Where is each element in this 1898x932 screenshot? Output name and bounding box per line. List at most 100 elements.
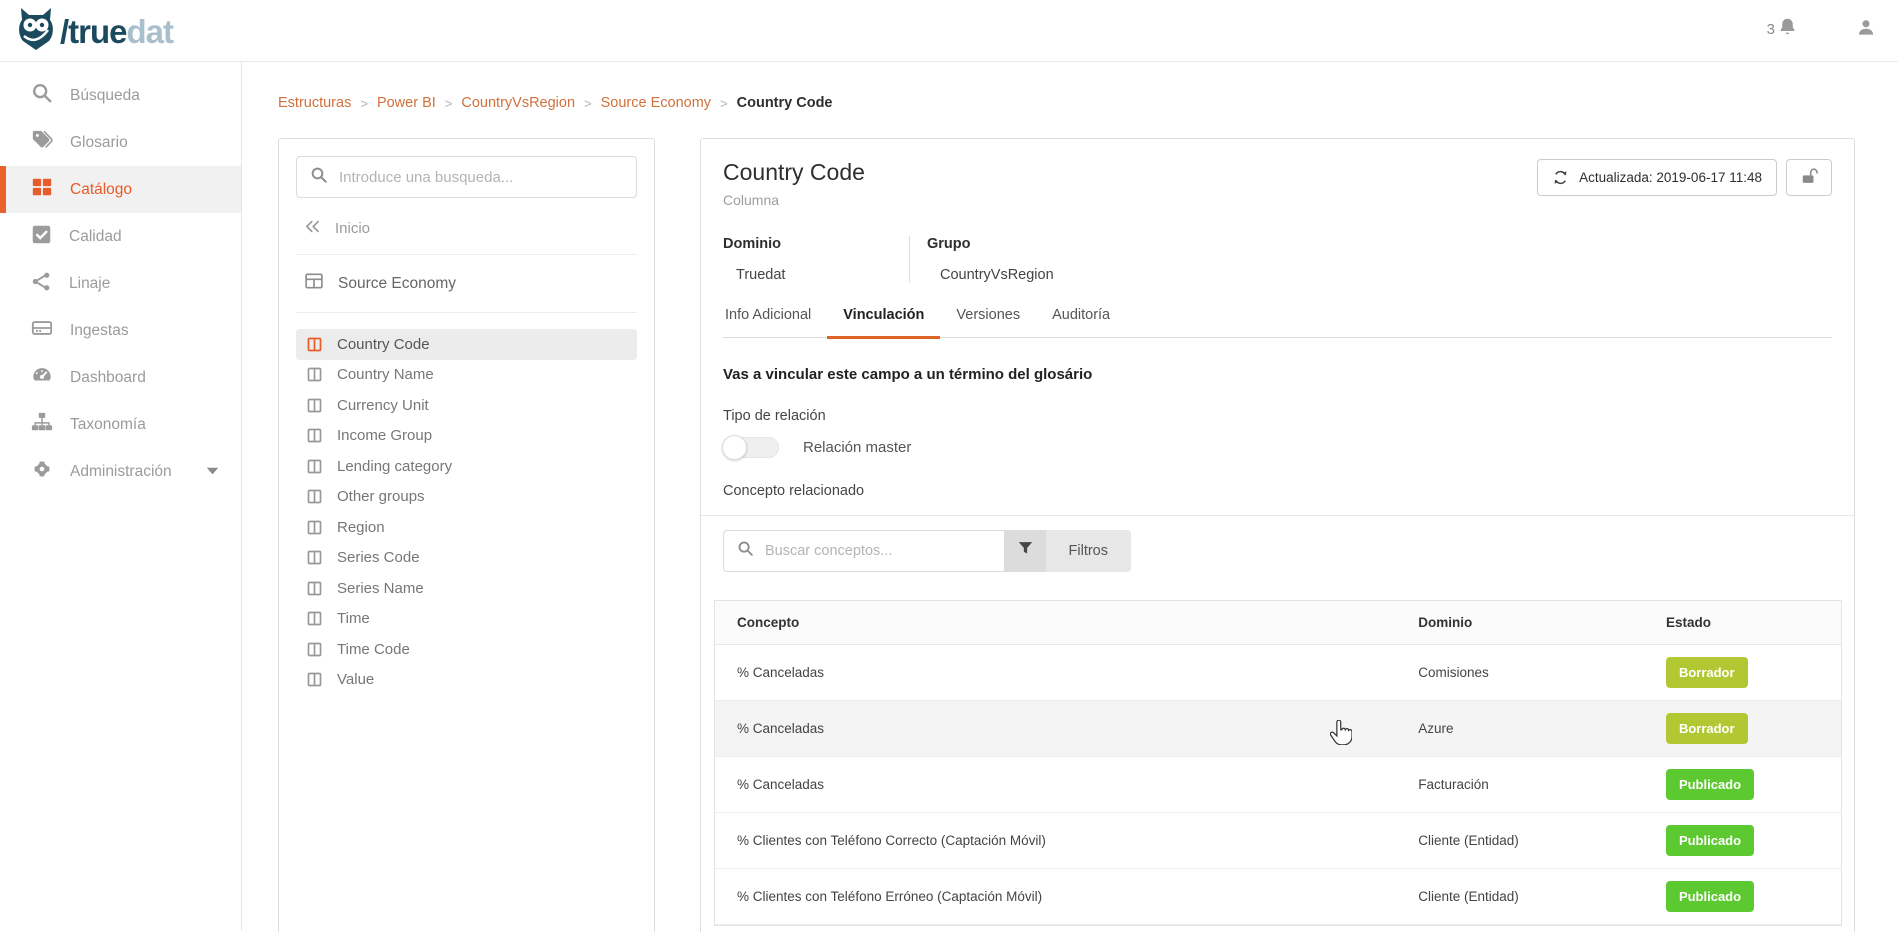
table-header-row: Concepto Dominio Estado bbox=[715, 601, 1841, 645]
structure-tree-panel: Inicio Source Economy Country Code Count… bbox=[278, 138, 655, 932]
status-badge: Publicado bbox=[1666, 881, 1754, 912]
column-icon bbox=[306, 366, 323, 383]
column-item-time[interactable]: Time bbox=[296, 604, 637, 635]
column-icon bbox=[306, 671, 323, 688]
breadcrumb: Estructuras > Power BI > CountryVsRegion… bbox=[278, 95, 1855, 111]
sidebar-item-label: Linaje bbox=[69, 275, 110, 293]
sidebar-item-administracion[interactable]: Administración bbox=[0, 448, 241, 495]
cell-dominio: Cliente (Entidad) bbox=[1396, 813, 1644, 869]
gauge-icon bbox=[31, 364, 53, 391]
column-item-series-name[interactable]: Series Name bbox=[296, 573, 637, 604]
breadcrumb-separator: > bbox=[445, 96, 453, 111]
status-badge: Borrador bbox=[1666, 657, 1748, 688]
sidebar-item-glosario[interactable]: Glosario bbox=[0, 119, 241, 166]
tree-back-link[interactable]: Inicio bbox=[304, 219, 637, 238]
column-icon bbox=[306, 580, 323, 597]
sidebar-item-label: Glosario bbox=[70, 134, 128, 152]
column-item-country-name[interactable]: Country Name bbox=[296, 360, 637, 391]
search-icon bbox=[737, 540, 754, 562]
lock-toggle-button[interactable] bbox=[1786, 159, 1832, 196]
updated-refresh-button[interactable]: Actualizada: 2019-06-17 11:48 bbox=[1537, 159, 1777, 196]
notifications-button[interactable]: 3 bbox=[1767, 16, 1798, 43]
column-item-lending-category[interactable]: Lending category bbox=[296, 451, 637, 482]
breadcrumb-separator: > bbox=[584, 96, 592, 111]
column-label: Time Code bbox=[337, 641, 410, 658]
breadcrumb-separator: > bbox=[720, 96, 728, 111]
tree-parent-label: Source Economy bbox=[338, 275, 456, 293]
column-item-region[interactable]: Region bbox=[296, 512, 637, 543]
structure-type: Columna bbox=[723, 192, 865, 208]
column-item-value[interactable]: Value bbox=[296, 665, 637, 696]
filter-funnel-button[interactable] bbox=[1005, 530, 1046, 572]
table-row[interactable]: % Canceladas Facturación Publicado bbox=[715, 757, 1841, 813]
column-label: Currency Unit bbox=[337, 397, 429, 414]
column-item-series-code[interactable]: Series Code bbox=[296, 543, 637, 574]
column-icon bbox=[306, 427, 323, 444]
sidebar-item-calidad[interactable]: Calidad bbox=[0, 213, 241, 260]
table-row[interactable]: % Clientes con Teléfono Correcto (Captac… bbox=[715, 813, 1841, 869]
column-item-income-group[interactable]: Income Group bbox=[296, 421, 637, 452]
sidebar-item-dashboard[interactable]: Dashboard bbox=[0, 354, 241, 401]
breadcrumb-link-powerbi[interactable]: Power BI bbox=[377, 95, 436, 111]
sidebar-item-label: Catálogo bbox=[70, 181, 132, 199]
sidebar-item-taxonomia[interactable]: Taxonomía bbox=[0, 401, 241, 448]
column-item-other-groups[interactable]: Other groups bbox=[296, 482, 637, 513]
grupo-label: Grupo bbox=[927, 236, 1096, 252]
breadcrumb-link-countryvsregion[interactable]: CountryVsRegion bbox=[461, 95, 575, 111]
concept-search-box[interactable] bbox=[723, 530, 1005, 572]
concept-search-input[interactable] bbox=[765, 543, 991, 559]
toggle-knob bbox=[722, 435, 747, 460]
sidebar-item-label: Búsqueda bbox=[70, 87, 140, 105]
check-square-icon bbox=[31, 224, 52, 250]
tree-parent-source-economy[interactable]: Source Economy bbox=[296, 271, 637, 296]
tab-versiones[interactable]: Versiones bbox=[940, 307, 1036, 337]
breadcrumb-current: Country Code bbox=[737, 95, 833, 111]
sidebar-item-catalogo[interactable]: Catálogo bbox=[0, 166, 241, 213]
sidebar-item-busqueda[interactable]: Búsqueda bbox=[0, 72, 241, 119]
notification-count: 3 bbox=[1767, 21, 1775, 38]
tab-vinculacion[interactable]: Vinculación bbox=[827, 307, 940, 339]
chevron-down-icon bbox=[206, 463, 219, 481]
sidebar-item-label: Ingestas bbox=[70, 322, 129, 340]
tab-auditoria[interactable]: Auditoría bbox=[1036, 307, 1126, 337]
relation-type-label: Tipo de relación bbox=[723, 408, 1832, 424]
structure-detail-panel: Country Code Columna Actualizada: 2019-0… bbox=[700, 138, 1855, 932]
table-row[interactable]: % Clientes con Teléfono Erróneo (Captaci… bbox=[715, 869, 1841, 925]
sidebar-item-ingestas[interactable]: Ingestas bbox=[0, 307, 241, 354]
column-icon bbox=[306, 519, 323, 536]
table-row[interactable]: % Canceladas Comisiones Borrador bbox=[715, 645, 1841, 701]
related-concept-label: Concepto relacionado bbox=[723, 483, 1832, 499]
cell-concepto: % Clientes con Teléfono Correcto (Captac… bbox=[715, 813, 1396, 869]
column-item-time-code[interactable]: Time Code bbox=[296, 634, 637, 665]
breadcrumb-link-source-economy[interactable]: Source Economy bbox=[601, 95, 711, 111]
truedat-logo[interactable]: /truedat bbox=[16, 8, 173, 55]
column-icon bbox=[306, 458, 323, 475]
table-icon bbox=[304, 271, 324, 296]
column-label: Income Group bbox=[337, 427, 432, 444]
tree-search-box[interactable] bbox=[296, 156, 637, 198]
tree-search-input[interactable] bbox=[339, 169, 623, 186]
breadcrumb-link-estructuras[interactable]: Estructuras bbox=[278, 95, 351, 111]
app-header: /truedat 3 bbox=[0, 0, 1898, 62]
tab-info-adicional[interactable]: Info Adicional bbox=[723, 307, 827, 337]
relation-master-toggle[interactable] bbox=[723, 437, 779, 458]
concept-search-bar: Filtros bbox=[723, 530, 1131, 572]
column-item-currency-unit[interactable]: Currency Unit bbox=[296, 390, 637, 421]
table-row[interactable]: % Canceladas Azure Borrador bbox=[715, 701, 1841, 757]
column-icon bbox=[306, 549, 323, 566]
filters-button[interactable]: Filtros bbox=[1046, 530, 1131, 572]
status-badge: Publicado bbox=[1666, 825, 1754, 856]
user-menu-button[interactable] bbox=[1856, 17, 1876, 43]
column-label: Country Code bbox=[337, 336, 430, 353]
column-item-country-code[interactable]: Country Code bbox=[296, 329, 637, 360]
breadcrumb-separator: > bbox=[360, 96, 368, 111]
brand-name: /truedat bbox=[60, 12, 173, 52]
updated-label: Actualizada: 2019-06-17 11:48 bbox=[1579, 170, 1762, 185]
dominio-label: Dominio bbox=[723, 236, 909, 252]
cell-concepto: % Canceladas bbox=[715, 757, 1396, 813]
chevron-double-left-icon bbox=[304, 219, 321, 238]
sidebar-item-linaje[interactable]: Linaje bbox=[0, 260, 241, 307]
gear-icon bbox=[31, 458, 53, 485]
bell-icon bbox=[1777, 16, 1798, 43]
column-label: Other groups bbox=[337, 488, 425, 505]
